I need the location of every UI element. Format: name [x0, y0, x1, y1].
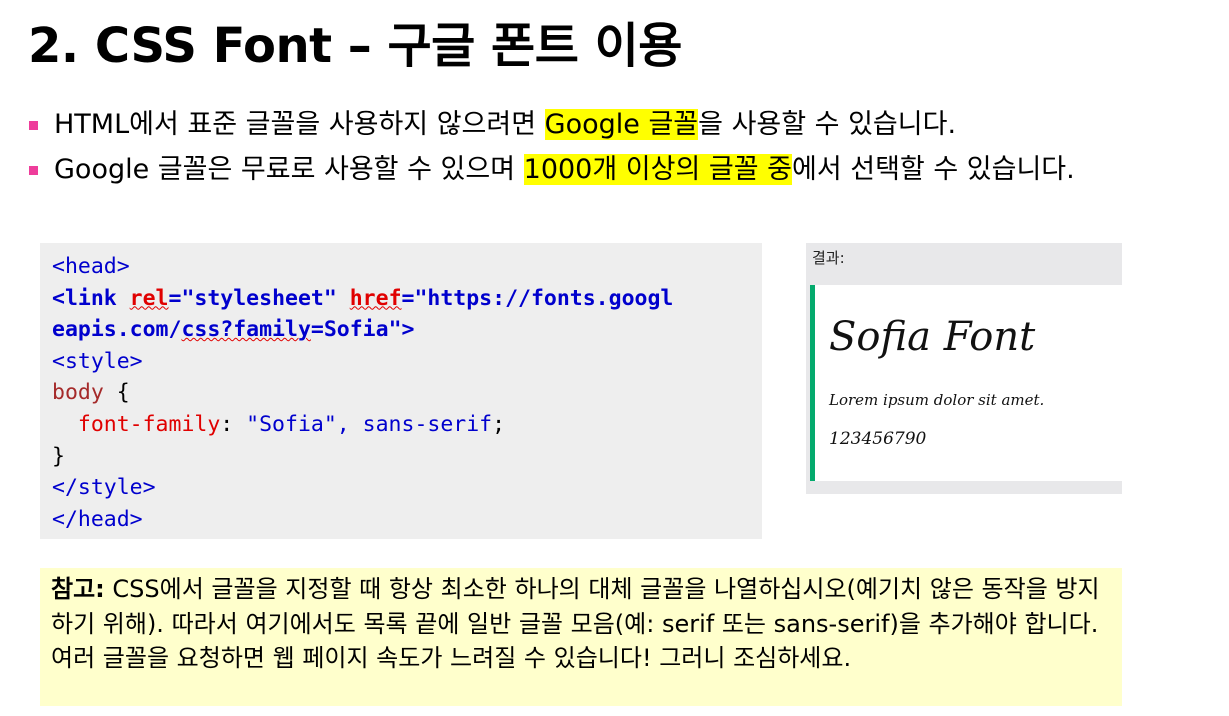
code-colon: :	[220, 411, 247, 437]
bullet-text: 을 사용할 수 있습니다.	[698, 109, 957, 140]
bullet-item: HTML에서 표준 글꼴을 사용하지 않으려면 Google 글꼴을 사용할 수…	[26, 108, 1206, 142]
code-semicolon: ;	[492, 411, 506, 437]
slide-title: 2. CSS Font – 구글 폰트 이용	[28, 18, 682, 74]
code-href-value: eapis.com/	[52, 317, 182, 343]
result-heading: Sofia Font	[829, 314, 1036, 360]
highlight-text: 1000개 이상의 글꼴 중	[523, 154, 792, 185]
code-brace: }	[52, 443, 65, 469]
result-panel: 결과: Sofia Font Lorem ipsum dolor sit ame…	[806, 243, 1122, 494]
code-href-value: =Sofia">	[310, 317, 415, 343]
bullet-text: HTML에서 표준 글꼴을 사용하지 않으려면	[54, 109, 545, 140]
code-property: font-family	[77, 411, 221, 437]
bullet-text: 에서 선택할 수 있습니다.	[791, 154, 1075, 185]
result-preview: Sofia Font Lorem ipsum dolor sit amet. 1…	[810, 285, 1122, 481]
code-style-open: <style>	[52, 348, 143, 374]
bullet-text: Google 글꼴은 무료로 사용할 수 있으며	[54, 154, 524, 185]
code-style-close: </style>	[52, 475, 156, 501]
highlight-text: Google 글꼴	[544, 109, 699, 140]
note-text: 여러 글꼴을 요청하면 웹 페이지 속도가 느려질 수 있습니다! 그러니 조심…	[51, 644, 852, 672]
bullet-list: HTML에서 표준 글꼴을 사용하지 않으려면 Google 글꼴을 사용할 수…	[26, 108, 1206, 198]
code-href-attr: href	[349, 285, 402, 311]
note-text: CSS에서 글꼴을 지정할 때 항상 최소한 하나의 대체 글꼴을 나열하십시오…	[51, 575, 1100, 638]
code-example: <head> <link rel="stylesheet" href="http…	[40, 243, 762, 539]
result-paragraph: Lorem ipsum dolor sit amet.	[829, 391, 1045, 409]
code-value: "Sofia", sans-serif	[246, 411, 493, 437]
code-rel-value: ="stylesheet"	[168, 285, 350, 311]
note-box: 참고: CSS에서 글꼴을 지정할 때 항상 최소한 하나의 대체 글꼴을 나열…	[40, 568, 1122, 706]
bullet-item: Google 글꼴은 무료로 사용할 수 있으며 1000개 이상의 글꼴 중에…	[26, 153, 1206, 187]
code-href-value: css?family	[181, 317, 311, 343]
result-label: 결과:	[812, 249, 845, 267]
code-selector: body	[52, 380, 104, 406]
code-link-tag: <link	[52, 285, 130, 311]
note-paragraph: 참고: CSS에서 글꼴을 지정할 때 항상 최소한 하나의 대체 글꼴을 나열…	[51, 572, 1110, 641]
code-href-value: ="https://fonts.googl	[401, 285, 674, 311]
result-number: 123456790	[829, 429, 927, 449]
code-rel-attr: rel	[129, 285, 169, 311]
note-paragraph: 여러 글꼴을 요청하면 웹 페이지 속도가 느려질 수 있습니다! 그러니 조심…	[51, 641, 1110, 676]
code-brace: {	[103, 380, 130, 406]
bullet-square-icon	[29, 166, 38, 175]
bullet-square-icon	[29, 121, 38, 130]
code-head-open: <head>	[52, 254, 130, 279]
note-label: 참고:	[51, 575, 105, 603]
code-head-close: </head>	[52, 506, 143, 532]
